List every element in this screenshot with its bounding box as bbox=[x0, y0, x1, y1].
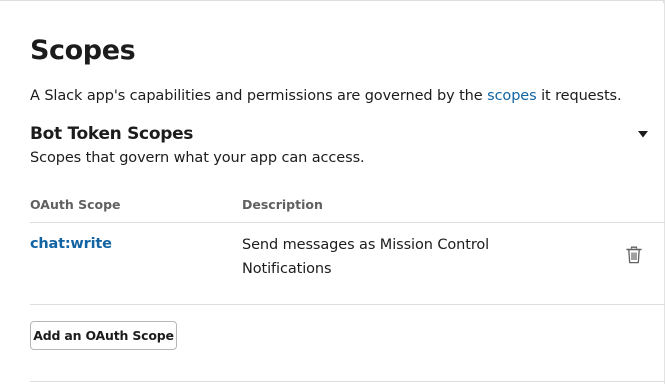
page-title: Scopes bbox=[30, 35, 136, 66]
panel-top-border bbox=[0, 0, 664, 3]
bot-token-scopes-subtitle: Scopes that govern what your app can acc… bbox=[30, 150, 365, 166]
scopes-page: Scopes A Slack app's capabilities and pe… bbox=[0, 0, 665, 384]
scopes-intro: A Slack app's capabilities and permissio… bbox=[30, 86, 622, 106]
add-oauth-scope-button[interactable]: Add an OAuth Scope bbox=[30, 321, 177, 350]
trash-icon[interactable] bbox=[626, 246, 642, 264]
intro-text-end: it requests. bbox=[536, 88, 622, 104]
table-header-divider bbox=[30, 222, 665, 223]
scope-name[interactable]: chat:write bbox=[30, 234, 112, 254]
bot-token-scopes-title: Bot Token Scopes bbox=[30, 124, 194, 144]
table-bottom-divider bbox=[30, 304, 665, 305]
oauth-scope-column-header: OAuth Scope bbox=[30, 197, 121, 212]
description-column-header: Description bbox=[242, 197, 323, 212]
intro-text-start: A Slack app's capabilities and permissio… bbox=[30, 88, 488, 104]
scopes-link[interactable]: scopes bbox=[487, 88, 537, 104]
scope-description: Send messages as Mission Control Notific… bbox=[242, 237, 490, 277]
section-bottom-divider bbox=[30, 381, 665, 382]
caret-down-icon[interactable] bbox=[637, 129, 649, 139]
